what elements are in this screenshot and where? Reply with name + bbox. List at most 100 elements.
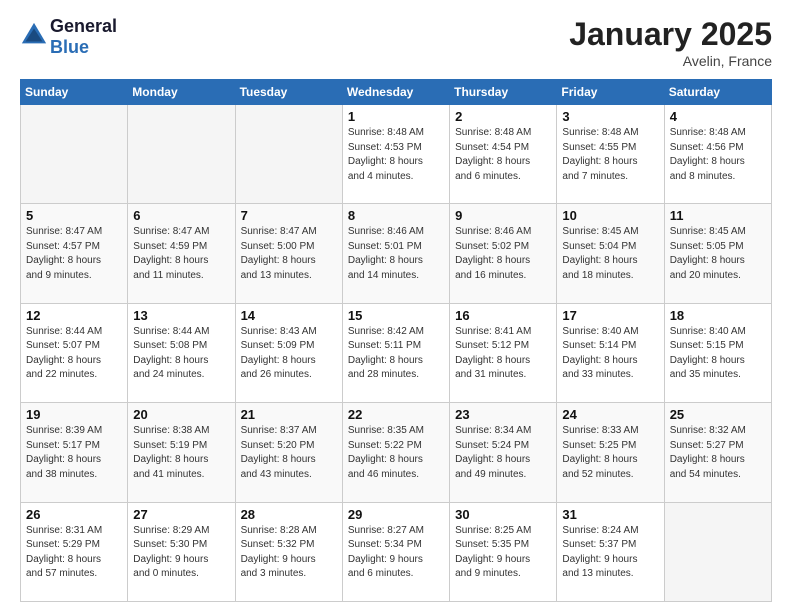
day-info: Sunrise: 8:24 AMSunset: 5:37 PMDaylight:…	[562, 524, 658, 582]
calendar-cell: 27 Sunrise: 8:29 AMSunset: 5:30 PMDayligh…	[128, 502, 235, 601]
calendar-cell: 25Sunrise: 8:32 AMSunset: 5:27 PMDayligh…	[664, 403, 771, 502]
calendar-cell	[21, 105, 128, 204]
day-number: 7	[241, 208, 337, 223]
calendar-cell: 12Sunrise: 8:44 AMSunset: 5:07 PMDayligh…	[21, 303, 128, 402]
weekday-header-row: Sunday Monday Tuesday Wednesday Thursday…	[21, 80, 772, 105]
calendar-cell: 8Sunrise: 8:46 AMSunset: 5:01 PMDaylight…	[342, 204, 449, 303]
calendar-cell: 20 Sunrise: 8:38 AMSunset: 5:19 PMDayligh…	[128, 403, 235, 502]
calendar-cell: 16 Sunrise: 8:41 AMSunset: 5:12 PMDayligh…	[450, 303, 557, 402]
calendar-cell: 13 Sunrise: 8:44 AMSunset: 5:08 PMDayligh…	[128, 303, 235, 402]
day-info: Sunrise: 8:38 AMSunset: 5:19 PMDaylight:…	[133, 424, 229, 482]
day-info: Sunrise: 8:43 AMSunset: 5:09 PMDaylight:…	[241, 325, 337, 383]
day-number: 29	[348, 507, 444, 522]
calendar-cell: 4Sunrise: 8:48 AMSunset: 4:56 PMDaylight…	[664, 105, 771, 204]
calendar-cell: 5 Sunrise: 8:47 AMSunset: 4:57 PMDaylight…	[21, 204, 128, 303]
calendar-table: Sunday Monday Tuesday Wednesday Thursday…	[20, 79, 772, 602]
header-tuesday: Tuesday	[235, 80, 342, 105]
calendar-cell: 22 Sunrise: 8:35 AMSunset: 5:22 PMDayligh…	[342, 403, 449, 502]
logo-text: General Blue	[50, 16, 117, 58]
calendar-cell: 2 Sunrise: 8:48 AMSunset: 4:54 PMDaylight…	[450, 105, 557, 204]
day-info: Sunrise: 8:48 AMSunset: 4:56 PMDaylight:…	[670, 126, 766, 184]
calendar-cell: 21 Sunrise: 8:37 AMSunset: 5:20 PMDayligh…	[235, 403, 342, 502]
day-info: Sunrise: 8:48 AMSunset: 4:53 PMDaylight:…	[348, 126, 444, 184]
calendar-cell: 18 Sunrise: 8:40 AMSunset: 5:15 PMDayligh…	[664, 303, 771, 402]
day-number: 2	[455, 109, 551, 124]
day-info: Sunrise: 8:40 AMSunset: 5:14 PMDaylight:…	[562, 325, 658, 383]
header-saturday: Saturday	[664, 80, 771, 105]
header-wednesday: Wednesday	[342, 80, 449, 105]
day-number: 20	[133, 407, 229, 422]
day-info: Sunrise: 8:46 AMSunset: 5:01 PMDaylight:…	[348, 225, 444, 283]
calendar-week-4: 19Sunrise: 8:39 AMSunset: 5:17 PMDayligh…	[21, 403, 772, 502]
calendar-cell: 7 Sunrise: 8:47 AMSunset: 5:00 PMDaylight…	[235, 204, 342, 303]
day-info: Sunrise: 8:29 AMSunset: 5:30 PMDaylight:…	[133, 524, 229, 582]
day-info: Sunrise: 8:47 AMSunset: 5:00 PMDaylight:…	[241, 225, 337, 283]
header-friday: Friday	[557, 80, 664, 105]
header-sunday: Sunday	[21, 80, 128, 105]
calendar-cell: 11Sunrise: 8:45 AMSunset: 5:05 PMDayligh…	[664, 204, 771, 303]
day-info: Sunrise: 8:48 AMSunset: 4:55 PMDaylight:…	[562, 126, 658, 184]
day-number: 30	[455, 507, 551, 522]
day-info: Sunrise: 8:48 AMSunset: 4:54 PMDaylight:…	[455, 126, 551, 184]
day-number: 22	[348, 407, 444, 422]
day-number: 16	[455, 308, 551, 323]
calendar-cell	[128, 105, 235, 204]
day-info: Sunrise: 8:28 AMSunset: 5:32 PMDaylight:…	[241, 524, 337, 582]
day-info: Sunrise: 8:40 AMSunset: 5:15 PMDaylight:…	[670, 325, 766, 383]
day-info: Sunrise: 8:32 AMSunset: 5:27 PMDaylight:…	[670, 424, 766, 482]
day-number: 9	[455, 208, 551, 223]
day-number: 23	[455, 407, 551, 422]
day-info: Sunrise: 8:45 AMSunset: 5:04 PMDaylight:…	[562, 225, 658, 283]
day-number: 18	[670, 308, 766, 323]
day-number: 21	[241, 407, 337, 422]
day-number: 6	[133, 208, 229, 223]
calendar-week-5: 26 Sunrise: 8:31 AMSunset: 5:29 PMDayligh…	[21, 502, 772, 601]
logo-icon	[20, 21, 48, 49]
day-number: 10	[562, 208, 658, 223]
calendar-cell: 10 Sunrise: 8:45 AMSunset: 5:04 PMDayligh…	[557, 204, 664, 303]
day-info: Sunrise: 8:41 AMSunset: 5:12 PMDaylight:…	[455, 325, 551, 383]
day-info: Sunrise: 8:37 AMSunset: 5:20 PMDaylight:…	[241, 424, 337, 482]
day-number: 15	[348, 308, 444, 323]
day-number: 28	[241, 507, 337, 522]
day-number: 24	[562, 407, 658, 422]
day-info: Sunrise: 8:42 AMSunset: 5:11 PMDaylight:…	[348, 325, 444, 383]
day-info: Sunrise: 8:44 AMSunset: 5:08 PMDaylight:…	[133, 325, 229, 383]
calendar-cell: 15 Sunrise: 8:42 AMSunset: 5:11 PMDayligh…	[342, 303, 449, 402]
month-title: January 2025	[569, 16, 772, 53]
day-info: Sunrise: 8:34 AMSunset: 5:24 PMDaylight:…	[455, 424, 551, 482]
header-monday: Monday	[128, 80, 235, 105]
day-number: 5	[26, 208, 122, 223]
day-info: Sunrise: 8:47 AMSunset: 4:57 PMDaylight:…	[26, 225, 122, 283]
calendar-cell	[235, 105, 342, 204]
day-number: 11	[670, 208, 766, 223]
day-number: 13	[133, 308, 229, 323]
day-info: Sunrise: 8:44 AMSunset: 5:07 PMDaylight:…	[26, 325, 122, 383]
title-block: January 2025 Avelin, France	[569, 16, 772, 69]
day-info: Sunrise: 8:47 AMSunset: 4:59 PMDaylight:…	[133, 225, 229, 283]
day-number: 26	[26, 507, 122, 522]
day-number: 17	[562, 308, 658, 323]
calendar-cell: 3Sunrise: 8:48 AMSunset: 4:55 PMDaylight…	[557, 105, 664, 204]
calendar-cell: 1 Sunrise: 8:48 AMSunset: 4:53 PMDaylight…	[342, 105, 449, 204]
day-number: 27	[133, 507, 229, 522]
calendar-week-3: 12Sunrise: 8:44 AMSunset: 5:07 PMDayligh…	[21, 303, 772, 402]
calendar-cell: 19Sunrise: 8:39 AMSunset: 5:17 PMDayligh…	[21, 403, 128, 502]
day-info: Sunrise: 8:31 AMSunset: 5:29 PMDaylight:…	[26, 524, 122, 582]
location: Avelin, France	[569, 53, 772, 69]
calendar-cell: 30Sunrise: 8:25 AMSunset: 5:35 PMDayligh…	[450, 502, 557, 601]
calendar-cell: 17 Sunrise: 8:40 AMSunset: 5:14 PMDayligh…	[557, 303, 664, 402]
calendar-cell: 26 Sunrise: 8:31 AMSunset: 5:29 PMDayligh…	[21, 502, 128, 601]
calendar-week-2: 5 Sunrise: 8:47 AMSunset: 4:57 PMDaylight…	[21, 204, 772, 303]
calendar-cell	[664, 502, 771, 601]
header-thursday: Thursday	[450, 80, 557, 105]
day-info: Sunrise: 8:35 AMSunset: 5:22 PMDaylight:…	[348, 424, 444, 482]
calendar-cell: 14 Sunrise: 8:43 AMSunset: 5:09 PMDayligh…	[235, 303, 342, 402]
calendar-cell: 31 Sunrise: 8:24 AMSunset: 5:37 PMDayligh…	[557, 502, 664, 601]
day-number: 31	[562, 507, 658, 522]
day-number: 1	[348, 109, 444, 124]
calendar-week-1: 1 Sunrise: 8:48 AMSunset: 4:53 PMDaylight…	[21, 105, 772, 204]
day-number: 14	[241, 308, 337, 323]
logo: General Blue	[20, 16, 117, 58]
page: General Blue January 2025 Avelin, France…	[0, 0, 792, 612]
